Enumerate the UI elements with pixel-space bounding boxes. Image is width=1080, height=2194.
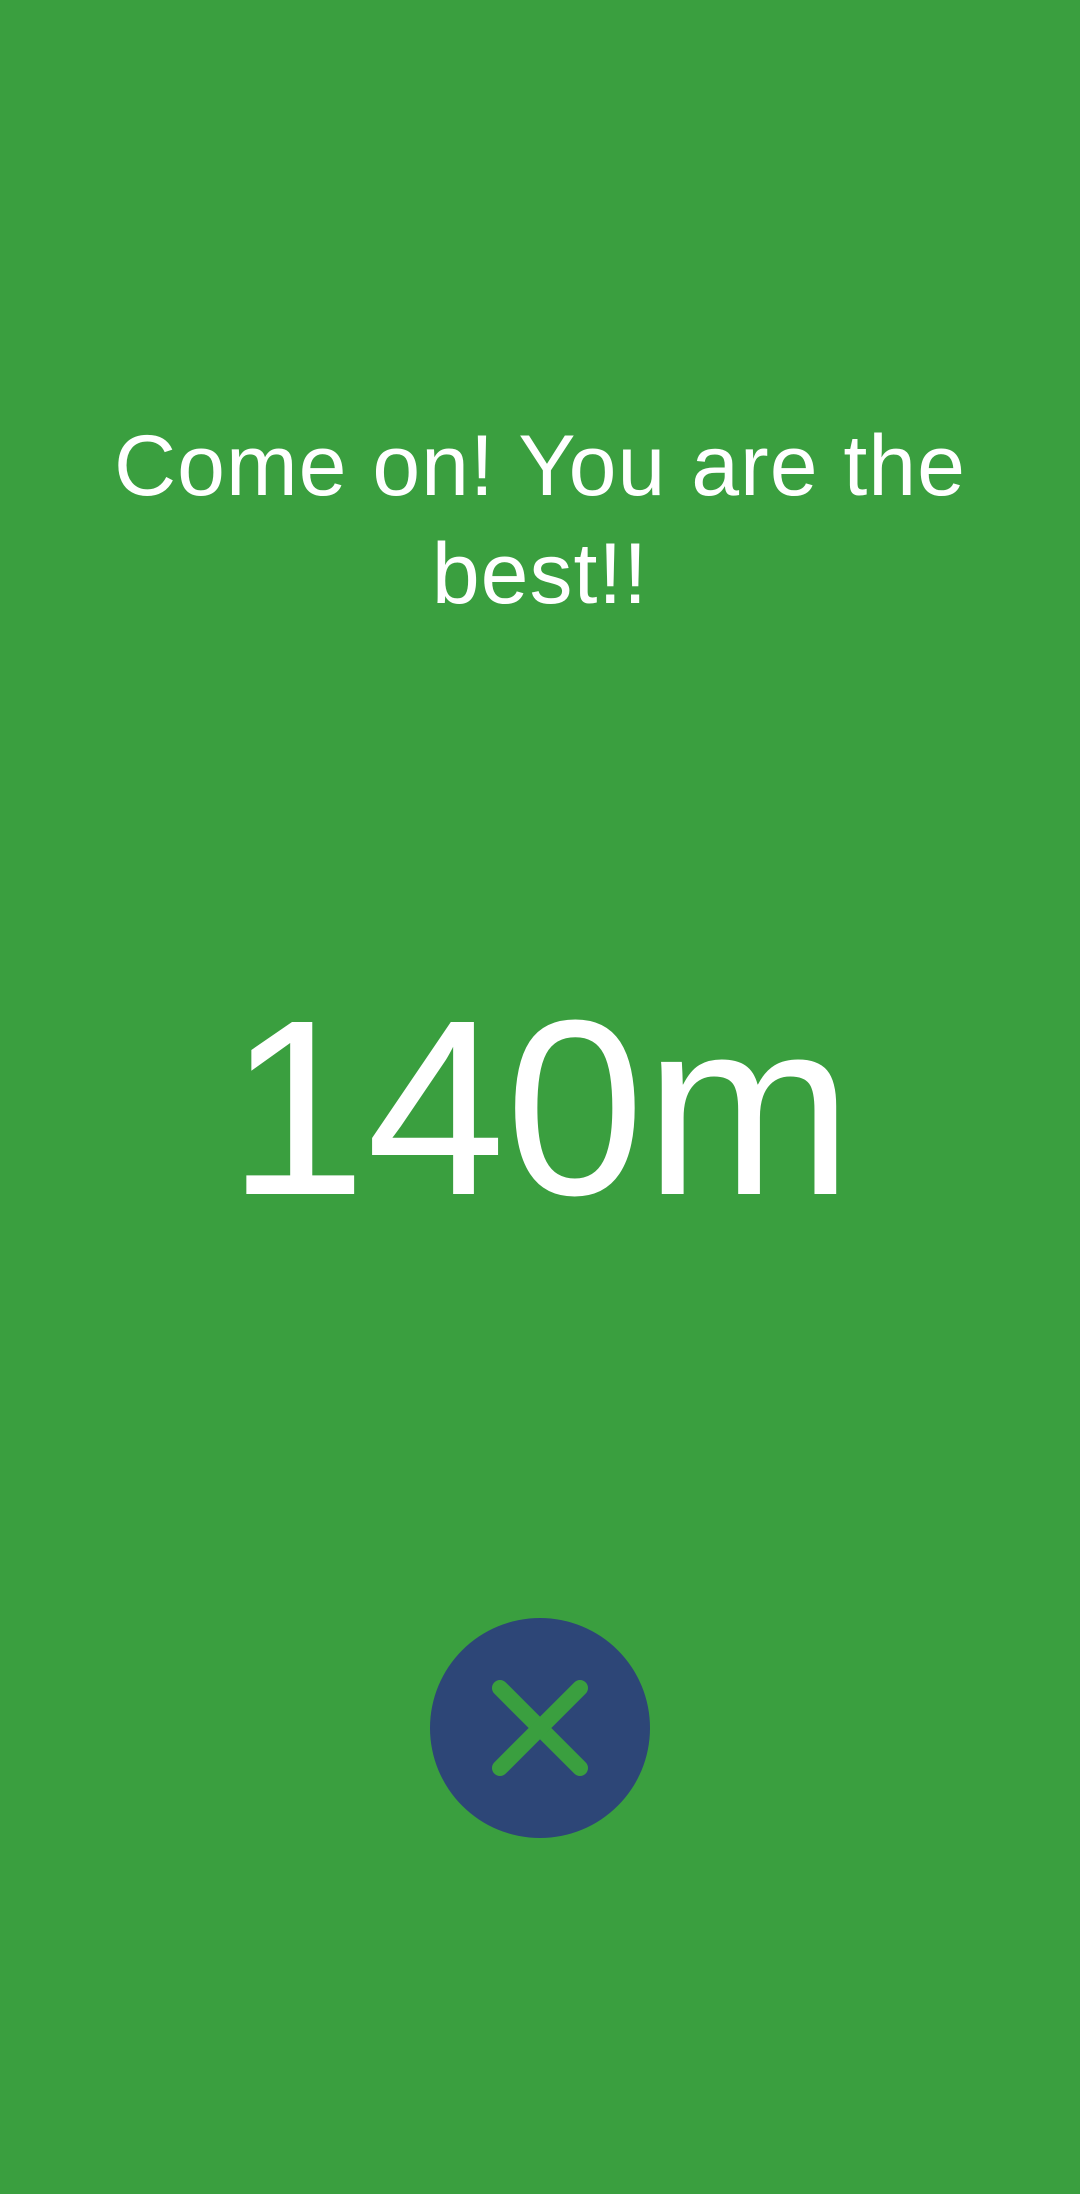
close-button[interactable] <box>430 1618 650 1838</box>
close-icon <box>485 1673 595 1783</box>
screen: Come on! You are the best!! 140m <box>0 0 1080 2194</box>
distance-value: 140m <box>227 968 853 1247</box>
motivation-message: Come on! You are the best!! <box>114 418 966 622</box>
